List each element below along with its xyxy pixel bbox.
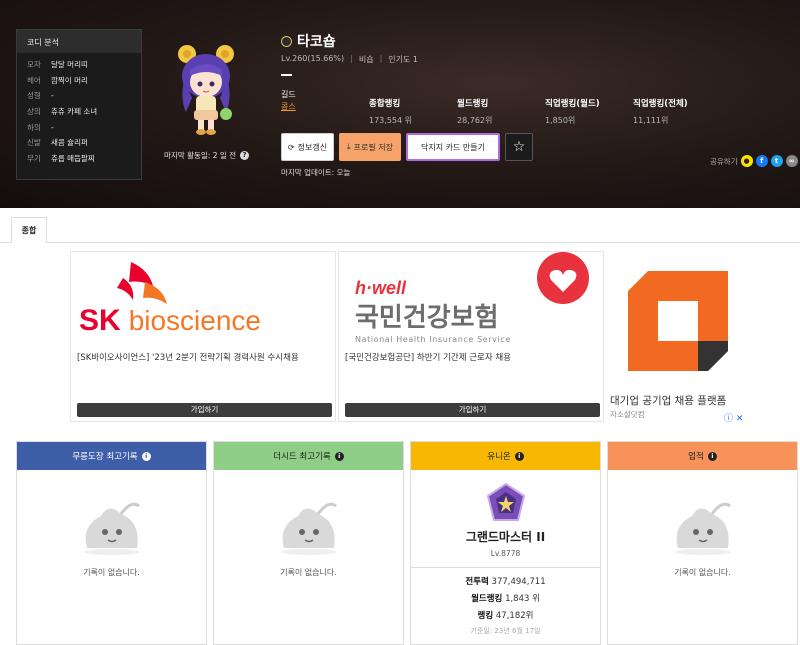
ad-brand: SK bioscience: [79, 304, 261, 337]
panel-dojang: 무릉도장 최고기록 i 기록이 없습니다.: [16, 441, 207, 645]
rank-world: 월드랭킹 28,762위: [457, 99, 493, 125]
ad-text: [국민건강보험공단] 하반기 기간제 근로자 채용: [345, 353, 512, 363]
jasoseol-logo-icon: [628, 271, 728, 371]
ad-text: 대기업 공기업 채용 플랫폼: [610, 395, 727, 407]
rank-job-all: 직업랭킹(전체) 11,111위: [633, 99, 688, 125]
save-profile-button[interactable]: ⤓ 프로필 저장: [339, 133, 401, 161]
guild-link[interactable]: 콩스: [281, 101, 296, 112]
union-rank-row: 랭킹 47,182위: [477, 611, 534, 621]
panel-header: 더시드 최고기록 i: [214, 442, 403, 470]
link-icon[interactable]: ∞: [785, 155, 798, 167]
meta-separator: |: [350, 54, 353, 63]
coordi-row: 헤어 깜찍이 머리: [27, 75, 88, 85]
union-grade: 그랜드마스터 II: [465, 530, 546, 544]
make-card-button[interactable]: 닥지지 카드 만들기: [406, 133, 500, 161]
rank-job-world: 직업랭킹(월드) 1,850위: [545, 99, 600, 125]
download-icon: ⤓: [347, 142, 351, 151]
refresh-button[interactable]: ⟳ 정보갱신: [281, 133, 334, 161]
ad-jasoseol[interactable]: 대기업 공기업 채용 플랫폼 자소설닷컴 ⓘ ✕: [606, 251, 747, 422]
empty-slime-icon: [280, 502, 337, 555]
guild-label: 길드: [281, 90, 296, 99]
ad-sk-bioscience[interactable]: SK bioscience [SK바이오사이언스] '23년 2분기 전략기획 …: [70, 251, 336, 422]
twitter-icon[interactable]: t: [770, 155, 783, 167]
server-icon: [281, 35, 292, 47]
help-icon[interactable]: ?: [240, 151, 250, 160]
ad-brand: h·well 국민건강보험 National Health Insurance …: [355, 278, 511, 344]
coordi-row: 신발 새콤 슐리퍼: [27, 138, 88, 148]
meta-separator: |: [379, 54, 383, 63]
union-stats: 전투력 377,494,711 월드랭킹 1,843 위 랭킹 47,182위 …: [411, 567, 600, 636]
coordi-row: 하의 -: [27, 122, 54, 132]
kakao-icon[interactable]: ●: [740, 155, 753, 167]
ad-text: [SK바이오사이언스] '23년 2분기 전략기획 경력사원 수시채용: [77, 353, 299, 363]
share-bar: 공유하기 ● f t ∞: [710, 155, 798, 167]
empty-slime-icon: [674, 502, 731, 555]
panel-achievement: 업적 i 기록이 없습니다.: [607, 441, 798, 645]
coordi-row: 상의 츄츄 카페 소녀: [27, 107, 98, 117]
star-icon: ☆: [512, 139, 526, 155]
character-popularity: 인기도 1: [388, 55, 418, 64]
ad-sub: 자소설닷컴: [610, 410, 645, 419]
tab-overview[interactable]: 종합: [11, 217, 47, 243]
union-power-row: 전투력 377,494,711: [465, 577, 546, 587]
coordi-title: 코디 분석: [17, 30, 141, 53]
heart-badge-icon: [537, 252, 589, 304]
character-header: 코디 분석 모자 달달 머리띠 헤어 깜찍이 머리 성형 - 상의 츄츄 카페 소녀 하…: [0, 0, 800, 208]
union-world-rank-row: 월드랭킹 1,843 위: [471, 594, 540, 604]
coordi-row: 성형 -: [27, 91, 54, 101]
favorite-button[interactable]: ☆: [505, 133, 533, 161]
coordi-analysis-box: 코디 분석 모자 달달 머리띠 헤어 깜찍이 머리 성형 - 상의 츄츄 카페 소녀 하…: [16, 29, 142, 180]
character-name-row: 타코숍: [281, 31, 336, 51]
ad-join-button[interactable]: 가입하기: [345, 403, 600, 417]
ad-nhis[interactable]: h·well 국민건강보험 National Health Insurance …: [338, 251, 604, 422]
empty-state: 기록이 없습니다.: [608, 496, 797, 578]
divider: [281, 74, 292, 76]
empty-slime-icon: [83, 502, 140, 555]
panel-header: 업적 i: [608, 442, 797, 470]
info-icon[interactable]: i: [707, 451, 717, 461]
union-date: 기준일: 23년 6월 17일: [470, 627, 541, 635]
character-meta: Lv.260(15.66%) | 비숍 | 인기도 1: [281, 54, 418, 65]
panel-union: 유니온 i 그랜드마스터 II Lv.8778 전투력 377,494,711 …: [410, 441, 601, 645]
share-label: 공유하기: [710, 156, 738, 166]
info-icon[interactable]: i: [141, 451, 151, 461]
character-name: 타코숍: [297, 34, 336, 50]
character-job: 비숍: [358, 55, 374, 64]
ad-join-button[interactable]: 가입하기: [77, 403, 332, 417]
union-grade-emblem-icon: [486, 482, 525, 521]
refresh-icon: ⟳: [287, 142, 295, 152]
panel-header: 유니온 i: [411, 442, 600, 470]
ad-info-icon[interactable]: ⓘ ✕: [724, 411, 743, 422]
last-activity: 마지막 활동일: 2 일 전 ?: [164, 150, 250, 161]
panel-header: 무릉도장 최고기록 i: [17, 442, 206, 470]
empty-state: 기록이 없습니다.: [17, 496, 206, 578]
panel-seed: 더시드 최고기록 i 기록이 없습니다.: [213, 441, 404, 645]
character-level: Lv.260(15.66%): [281, 54, 345, 63]
info-icon[interactable]: i: [514, 451, 524, 461]
facebook-icon[interactable]: f: [755, 155, 768, 167]
character-avatar: [178, 45, 234, 135]
coordi-row: 모자 달달 머리띠: [27, 60, 88, 70]
union-level: Lv.8778: [490, 549, 521, 558]
info-icon[interactable]: i: [334, 451, 344, 461]
empty-state: 기록이 없습니다.: [214, 496, 403, 578]
tab-bar: 종합: [0, 217, 800, 243]
rank-overall: 종합랭킹 173,554 위: [369, 99, 412, 125]
last-update: 마지막 업데이트: 오늘: [281, 168, 351, 177]
coordi-row: 무기 츄릅 매듭팔찌: [27, 153, 95, 163]
